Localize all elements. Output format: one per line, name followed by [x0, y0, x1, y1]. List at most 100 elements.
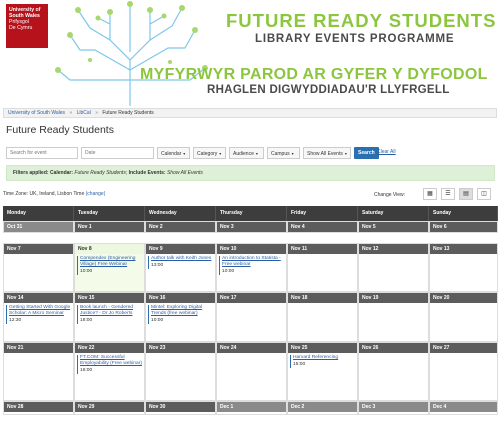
campus-select[interactable]: Campus ▾: [267, 147, 300, 159]
calendar-day-cell[interactable]: Nov 28: [3, 401, 74, 415]
calendar-day-cell[interactable]: Nov 3: [216, 221, 287, 233]
event-title-link[interactable]: Harvard Referencing: [293, 355, 355, 361]
day-number: Nov 21: [4, 343, 73, 353]
calendar-day-cell[interactable]: Dec 2: [287, 401, 358, 415]
calendar-day-cell[interactable]: Nov 20: [429, 292, 498, 342]
calendar-month-icon: ▤: [463, 191, 469, 197]
calendar-day-cell[interactable]: Nov 10 An introduction to Statista - Free…: [216, 243, 287, 292]
calendar-day-cell[interactable]: Nov 1: [74, 221, 145, 233]
event-title-link[interactable]: Getting Started With Google Scholar: A M…: [9, 305, 71, 317]
banner-title-english: FUTURE READY STUDENTS: [226, 10, 497, 31]
calendar-day-cell[interactable]: Nov 11: [287, 243, 358, 292]
view-list-button[interactable]: ☰: [441, 188, 455, 200]
calendar-day-cell[interactable]: Nov 4: [287, 221, 358, 233]
timezone-text: Time Zone: UK, Ireland, Lisbon Time: [3, 191, 85, 197]
day-number: Nov 6: [430, 222, 497, 232]
calendar-day-cell[interactable]: Nov 19: [358, 292, 429, 342]
calendar-day-cell[interactable]: Dec 4: [429, 401, 498, 415]
include-events-value: Show All Events: [166, 170, 203, 176]
day-number: Dec 2: [288, 402, 357, 412]
calendar-day-cell[interactable]: Oct 31: [3, 221, 74, 233]
event-title-link[interactable]: An introduction to Statista - Free webin…: [222, 256, 284, 268]
calendar-day-cell[interactable]: Nov 30: [145, 401, 216, 415]
day-number: Nov 23: [146, 343, 215, 353]
event-title-link[interactable]: Mintel: Exploring Digital Trends (free w…: [151, 305, 213, 317]
filter-bar: Calendar▾ Category▾ Audience▾ Campus▾ Sh…: [6, 147, 496, 159]
calendar-day-cell[interactable]: Nov 26: [358, 342, 429, 401]
day-number: Nov 3: [217, 222, 286, 232]
calendar-day-cell[interactable]: Nov 2: [145, 221, 216, 233]
calendar-day-cell[interactable]: Nov 8 Compendex (Engineering Village) Fre…: [74, 243, 145, 292]
breadcrumb-libcal[interactable]: LibCal: [77, 110, 91, 116]
breadcrumb-university[interactable]: University of South Wales: [8, 110, 65, 116]
calendar-event[interactable]: FT.COM: Successful Employability (Free w…: [77, 355, 142, 374]
chevron-down-icon: ▾: [255, 151, 258, 156]
audience-select[interactable]: Audience ▾: [229, 147, 264, 159]
calendar-day-cell[interactable]: Nov 27: [429, 342, 498, 401]
day-number: Nov 4: [288, 222, 357, 232]
day-number: Dec 4: [430, 402, 497, 412]
chevron-down-icon: ▾: [219, 151, 222, 156]
event-title-link[interactable]: Compendex (Engineering Village) Free Web…: [80, 256, 142, 268]
day-number: Nov 28: [4, 402, 73, 412]
calendar-day-cell[interactable]: Nov 23: [145, 342, 216, 401]
calendar-day-cell[interactable]: Nov 7: [3, 243, 74, 292]
weekday-header: Monday: [3, 206, 74, 221]
day-number: Nov 8: [75, 244, 144, 254]
event-title-link[interactable]: Book launch - Gendered Justice? - Dr Jo …: [80, 305, 142, 317]
day-number: Dec 3: [359, 402, 428, 412]
calendar-day-cell[interactable]: Nov 17: [216, 292, 287, 342]
university-logo[interactable]: University of South Wales Prifysgol De C…: [6, 4, 48, 48]
calendar-day-cell[interactable]: Nov 18: [287, 292, 358, 342]
calendar-day-cell[interactable]: Nov 25 Harvard Referencing 15:00: [287, 342, 358, 401]
calendar-day-cell[interactable]: Nov 22 FT.COM: Successful Employability (…: [74, 342, 145, 401]
calendar-day-cell[interactable]: Nov 29: [74, 401, 145, 415]
calendar-select-label: Calendar: [161, 151, 182, 157]
calendar-day-cell[interactable]: Nov 15 Book launch - Gendered Justice? - …: [74, 292, 145, 342]
event-title-link[interactable]: Author talk with Keith Jones: [151, 256, 213, 262]
day-number: Nov 1: [75, 222, 144, 232]
calendar-select[interactable]: Calendar ▾: [157, 147, 190, 159]
change-timezone-link[interactable]: (change): [86, 191, 106, 197]
calendar-event[interactable]: Book launch - Gendered Justice? - Dr Jo …: [77, 305, 142, 324]
banner-title-welsh: MYFYRWYR PAROD AR GYFER Y DYFODOL: [140, 66, 488, 83]
event-time: 10:00: [151, 318, 164, 323]
calendar-day-cell[interactable]: Nov 14 Getting Started With Google Schola…: [3, 292, 74, 342]
calendar-event[interactable]: Author talk with Keith Jones 13:00: [148, 256, 213, 269]
calendar-day-cell[interactable]: Nov 21: [3, 342, 74, 401]
view-month-grid-button[interactable]: ▦: [423, 188, 437, 200]
calendar-event[interactable]: Harvard Referencing 15:00: [290, 355, 355, 368]
calendar-day-cell[interactable]: Dec 1: [216, 401, 287, 415]
day-number: Nov 14: [4, 293, 73, 303]
day-number: Nov 15: [75, 293, 144, 303]
calendar-day-cell[interactable]: Dec 3: [358, 401, 429, 415]
calendar-day-cell[interactable]: Nov 16 Mintel: Exploring Digital Trends (…: [145, 292, 216, 342]
show-events-select[interactable]: Show All Events ▾: [303, 147, 351, 159]
calendar-day-cell[interactable]: Nov 5: [358, 221, 429, 233]
view-week-button[interactable]: ◫: [477, 188, 491, 200]
day-number: Dec 1: [217, 402, 286, 412]
calendar-filter-value: Future Ready Students;: [74, 170, 128, 176]
calendar-day-cell[interactable]: Nov 12: [358, 243, 429, 292]
weekday-header: Friday: [287, 206, 358, 221]
category-select[interactable]: Category ▾: [193, 147, 226, 159]
calendar-day-cell[interactable]: Nov 9 Author talk with Keith Jones 13:00: [145, 243, 216, 292]
calendar-event[interactable]: Getting Started With Google Scholar: A M…: [6, 305, 71, 324]
calendar-event[interactable]: Mintel: Exploring Digital Trends (free w…: [148, 305, 213, 324]
calendar-day-cell[interactable]: Nov 24: [216, 342, 287, 401]
calendar-day-cell[interactable]: Nov 6: [429, 221, 498, 233]
event-time: 16:00: [80, 368, 93, 373]
calendar-event[interactable]: An introduction to Statista - Free webin…: [219, 256, 284, 275]
day-number: Nov 29: [75, 402, 144, 412]
timezone-info: Time Zone: UK, Ireland, Lisbon Time (cha…: [3, 191, 105, 197]
weekday-header: Tuesday: [74, 206, 145, 221]
calendar-event[interactable]: Compendex (Engineering Village) Free Web…: [77, 256, 142, 275]
date-input[interactable]: [81, 147, 154, 159]
search-button[interactable]: Search: [354, 147, 379, 159]
search-input[interactable]: [6, 147, 78, 159]
view-month-button[interactable]: ▤: [459, 188, 473, 200]
clear-all-link[interactable]: Clear All: [377, 149, 396, 155]
event-title-link[interactable]: FT.COM: Successful Employability (Free w…: [80, 355, 142, 367]
calendar-day-cell[interactable]: Nov 13: [429, 243, 498, 292]
grid-icon: ▦: [427, 191, 433, 197]
